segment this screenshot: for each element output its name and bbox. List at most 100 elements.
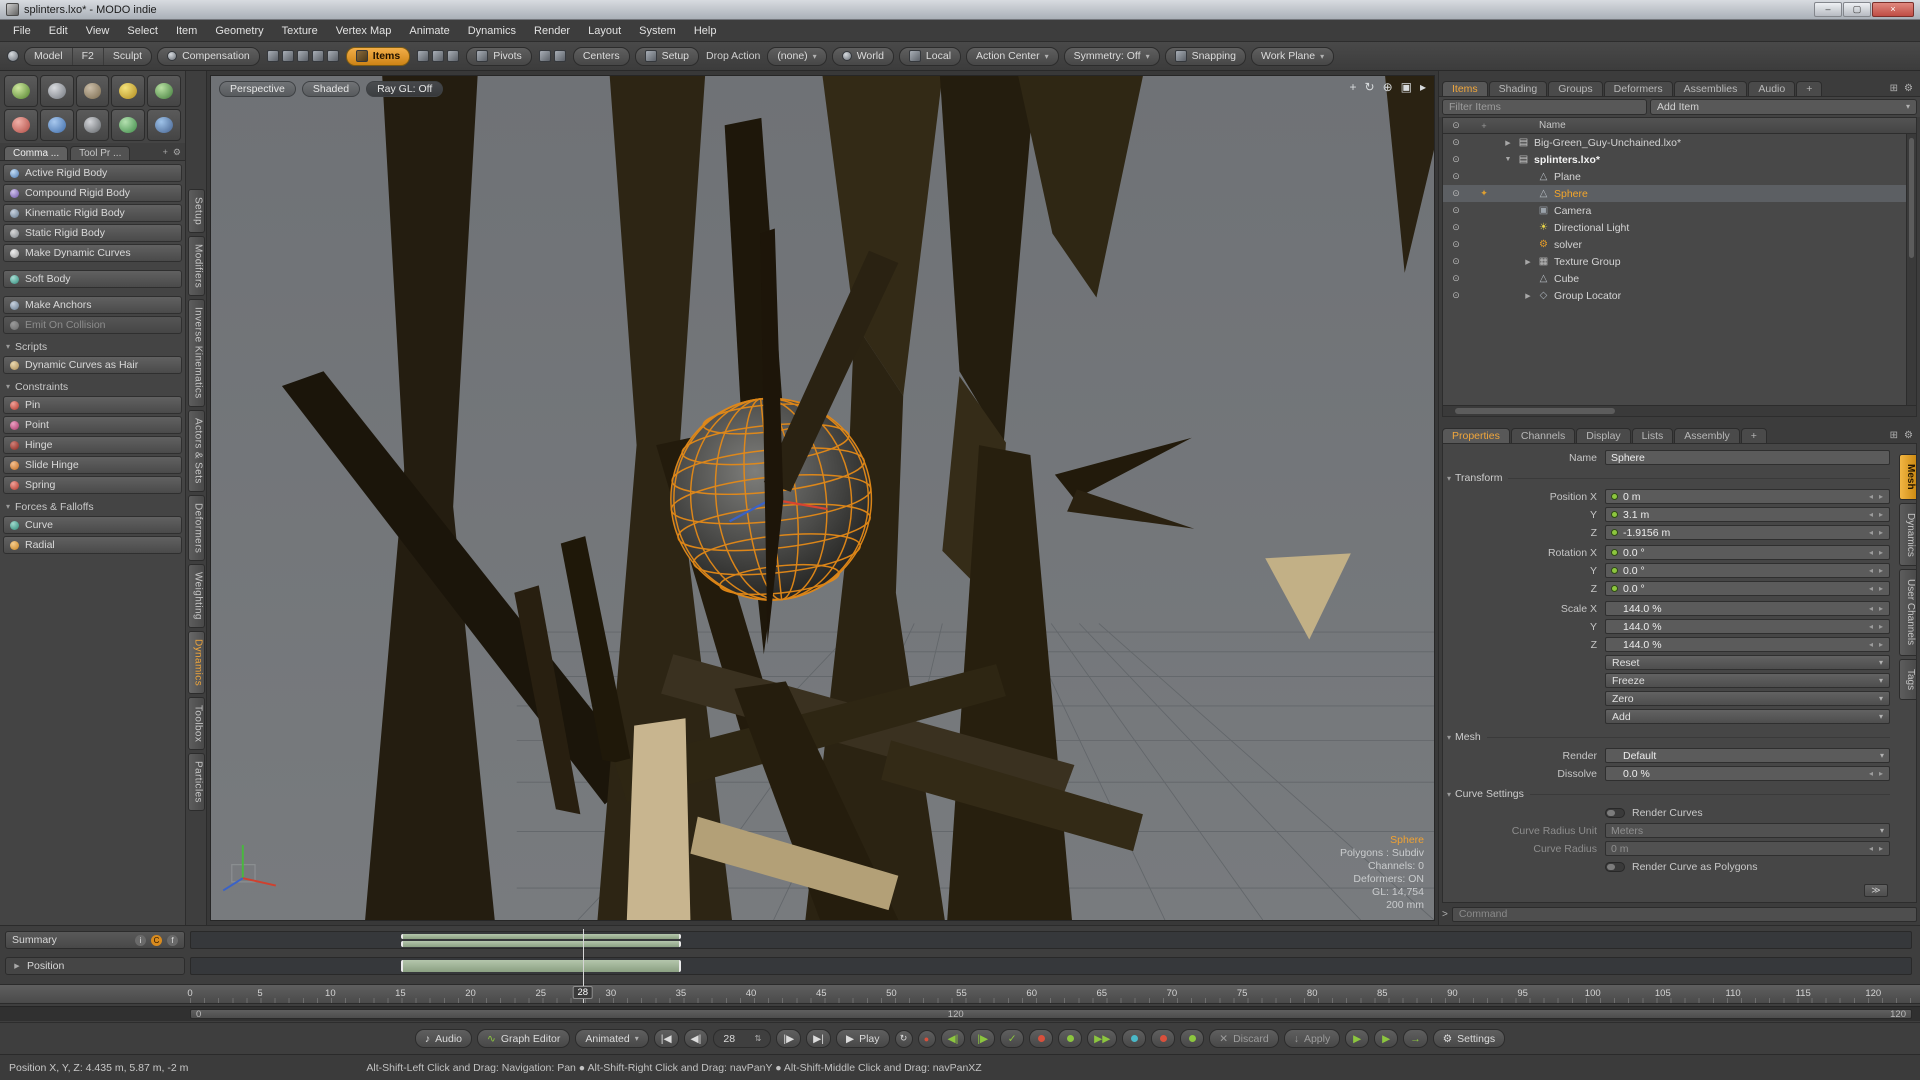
menu-animate[interactable]: Animate [400,20,458,42]
spinner-icon[interactable]: ▸ [1879,510,1884,519]
range-end-value[interactable]: 120 [1890,1009,1906,1020]
vtab-modifiers[interactable]: Modifiers [188,236,205,296]
tree-horizontal-scrollbar[interactable] [1443,405,1916,416]
channels-icon[interactable]: C [151,935,162,946]
panel-gear-icon[interactable]: ⚙ [1904,430,1913,441]
graph-editor-button[interactable]: ∿Graph Editor [477,1029,570,1048]
static-rigid-body-button[interactable]: Static Rigid Body [3,224,182,242]
zoom-view-icon[interactable]: ⊕ [1383,80,1393,94]
tab-lists[interactable]: Lists [1632,428,1674,443]
vtab-particles[interactable]: Particles [188,753,205,811]
tree-row-group-locator[interactable]: ⊙ ▶◇Group Locator [1443,287,1916,304]
add-tab-icon[interactable]: + [163,147,168,158]
menu-geometry[interactable]: Geometry [206,20,272,42]
filter-items-input[interactable]: Filter Items [1442,99,1647,115]
particle-tool-icon[interactable] [4,75,38,107]
menu-layout[interactable]: Layout [579,20,630,42]
summary-key-range-top[interactable] [401,934,681,939]
command-input[interactable]: Command [1452,907,1917,922]
spinner-icon[interactable]: ◂ [1869,492,1874,501]
eye-icon[interactable]: ⊙ [1443,154,1469,165]
scale-z-field[interactable]: 144.0 %◂▸ [1605,637,1890,652]
channel-key-icon[interactable] [1611,585,1618,592]
menu-file[interactable]: File [4,20,40,42]
summary-key-range-bottom[interactable] [401,941,681,947]
render-select[interactable]: Default▾ [1605,748,1890,763]
menu-view[interactable]: View [77,20,119,42]
menu-vertex-map[interactable]: Vertex Map [327,20,401,42]
scale-tool-icon[interactable] [297,50,309,62]
emit-on-collision-button[interactable]: Emit On Collision [3,316,182,334]
more-properties-button[interactable]: ≫ [1864,884,1888,897]
rotate-tool-icon[interactable] [282,50,294,62]
constraints-section-header[interactable]: Constraints [3,378,182,395]
vtab-setup[interactable]: Setup [188,189,205,233]
eye-icon[interactable]: ⊙ [1443,273,1469,284]
add-transform-button[interactable]: Add▾ [1605,709,1890,724]
next-key-button[interactable]: |▶ [776,1029,801,1048]
step-key-forward-button[interactable]: |▶ [970,1029,995,1048]
center-tool-icon-2[interactable] [554,50,566,62]
sculpt-tab[interactable]: Sculpt [104,48,151,65]
position-track-label[interactable]: ▶ Position [5,957,185,975]
vtab-toolbox[interactable]: Toolbox [188,697,205,750]
spinner-icon[interactable]: ◂ [1869,584,1874,593]
spinner-icon[interactable]: ▸ [1879,492,1884,501]
spinner-icon[interactable]: ◂ [1869,528,1874,537]
expander-icon[interactable]: ▶ [12,962,22,970]
audio-button[interactable]: ♪Audio [415,1029,472,1048]
tab-assemblies[interactable]: Assemblies [1674,81,1748,96]
spinner-icon[interactable]: ◂ [1869,640,1874,649]
maximize-button[interactable]: ▢ [1843,2,1871,17]
name-column-header[interactable]: Name [1499,120,1566,131]
make-anchors-button[interactable]: Make Anchors [3,296,182,314]
vtab-actors-sets[interactable]: Actors & Sets [188,410,205,492]
hinge-button[interactable]: Hinge [3,436,182,454]
auto-key-toggle[interactable]: ✓ [1000,1029,1024,1048]
viewport-shading-select[interactable]: Shaded [302,81,360,97]
make-dynamic-curves-button[interactable]: Make Dynamic Curves [3,244,182,262]
tab-assembly[interactable]: Assembly [1674,428,1740,443]
position-z-field[interactable]: -1.9156 m◂▸ [1605,525,1890,540]
channel-key-icon[interactable] [1611,752,1618,759]
work-plane-select[interactable]: Work Plane ▾ [1251,47,1334,66]
tab-deformers[interactable]: Deformers [1604,81,1673,96]
local-button[interactable]: Local [899,47,961,66]
world-button[interactable]: World [832,47,894,66]
eye-icon[interactable]: ⊙ [1443,205,1469,216]
stab-dynamics[interactable]: Dynamics [1899,503,1916,567]
pan-view-icon[interactable]: + [1349,80,1356,94]
spinner-icon[interactable]: ▸ [1879,566,1884,575]
tab-add[interactable]: + [1796,81,1822,96]
stab-tags[interactable]: Tags [1899,659,1916,700]
compound-rigid-body-button[interactable]: Compound Rigid Body [3,184,182,202]
panel-gear-icon[interactable]: ⚙ [1904,83,1913,94]
pivot-tool-icon-2[interactable] [432,50,444,62]
add-item-select[interactable]: Add Item ▾ [1650,99,1917,115]
position-key-range[interactable] [401,960,681,972]
forces-falloffs-section-header[interactable]: Forces & Falloffs [3,498,182,515]
wireball-tool-icon[interactable] [147,75,181,107]
compensation-toggle[interactable]: Compensation [157,47,260,66]
falloff-icon[interactable]: f [167,935,178,946]
rotation-z-field[interactable]: 0.0 °◂▸ [1605,581,1890,596]
spinner-icon[interactable]: ◂ [1869,604,1874,613]
menu-select[interactable]: Select [118,20,167,42]
frame-spinner-icon[interactable]: ⇅ [755,1034,762,1043]
tab-channels[interactable]: Channels [1511,428,1575,443]
menu-edit[interactable]: Edit [40,20,77,42]
curve-force-button[interactable]: Curve [3,516,182,534]
rotation-y-field[interactable]: 0.0 °◂▸ [1605,563,1890,578]
marker-cyan-button[interactable] [1122,1029,1146,1048]
kinematic-rigid-body-button[interactable]: Kinematic Rigid Body [3,204,182,222]
spring-button[interactable]: Spring [3,476,182,494]
play-range-button[interactable]: ▶▶ [1087,1029,1117,1048]
orbit-view-icon[interactable]: ↻ [1365,80,1375,94]
tree-vertical-scrollbar[interactable] [1906,134,1916,405]
tree-row-solver[interactable]: ⊙ ⚙solver [1443,236,1916,253]
advance-play-button[interactable]: ▶ [1345,1029,1369,1048]
snapping-button[interactable]: Snapping [1165,47,1246,66]
expander-icon[interactable]: ▼ [1503,156,1513,163]
setup-button[interactable]: Setup [635,47,699,66]
menu-texture[interactable]: Texture [273,20,327,42]
